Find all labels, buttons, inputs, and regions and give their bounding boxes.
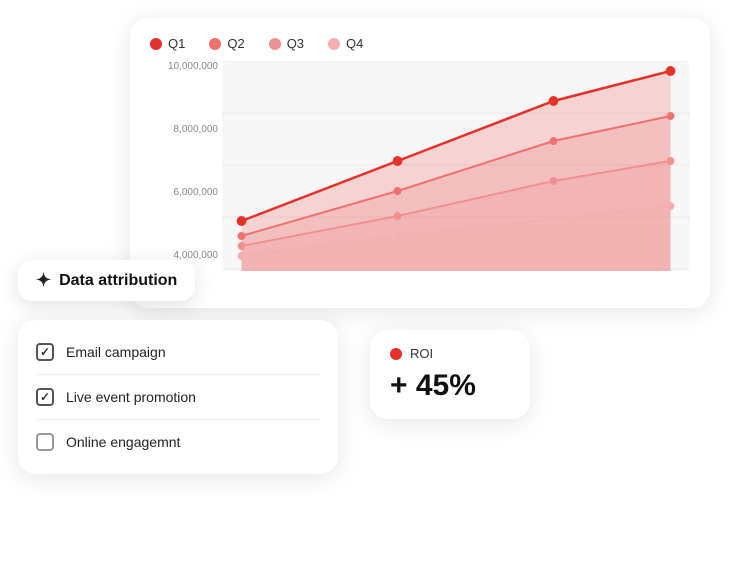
y-axis: 10,000,000 8,000,000 6,000,000 4,000,000 <box>150 61 222 261</box>
checklist-label-email: Email campaign <box>66 344 166 360</box>
roi-card: ROI + 45% <box>370 330 530 419</box>
roi-dot <box>390 348 402 360</box>
legend-dot-q2 <box>209 38 221 50</box>
q3-dot-4 <box>667 157 675 165</box>
q3-dot-1 <box>238 242 246 250</box>
checklist-label-live-event: Live event promotion <box>66 389 196 405</box>
q1-dot-2 <box>393 156 403 166</box>
chart-svg <box>222 61 690 271</box>
roi-label-text: ROI <box>410 346 433 361</box>
chart-card: Q1 Q2 Q3 Q4 10,000,000 8,000,000 6,000,0… <box>130 18 710 308</box>
legend-q4: Q4 <box>328 36 363 51</box>
legend-label-q4: Q4 <box>346 36 363 51</box>
checklist-card: Email campaign Live event promotion Onli… <box>18 320 338 474</box>
q1-dot-4 <box>666 66 676 76</box>
q4-dot-2 <box>394 232 402 240</box>
q3-dot-3 <box>550 177 558 185</box>
legend-dot-q3 <box>269 38 281 50</box>
legend-q3: Q3 <box>269 36 304 51</box>
checklist-label-online: Online engagemnt <box>66 434 180 450</box>
chart-legend: Q1 Q2 Q3 Q4 <box>150 36 690 51</box>
q4-dot-1 <box>238 252 246 260</box>
y-label-2: 6,000,000 <box>150 187 222 198</box>
roi-label-row: ROI <box>390 346 510 361</box>
y-label-0: 10,000,000 <box>150 61 222 72</box>
checkbox-online[interactable] <box>36 433 54 451</box>
q2-dot-1 <box>238 232 246 240</box>
data-attribution-label: Data attribution <box>59 272 177 290</box>
q1-dot-1 <box>237 216 247 226</box>
y-label-1: 8,000,000 <box>150 124 222 135</box>
roi-value: + 45% <box>390 369 510 403</box>
legend-q1: Q1 <box>150 36 185 51</box>
q3-dot-2 <box>394 212 402 220</box>
chart-area: 10,000,000 8,000,000 6,000,000 4,000,000 <box>150 61 690 279</box>
q4-dot-3 <box>550 215 558 223</box>
legend-label-q1: Q1 <box>168 36 185 51</box>
legend-label-q2: Q2 <box>227 36 244 51</box>
legend-label-q3: Q3 <box>287 36 304 51</box>
q2-dot-3 <box>550 137 558 145</box>
chart-plot <box>222 61 690 271</box>
legend-q2: Q2 <box>209 36 244 51</box>
q2-dot-4 <box>667 112 675 120</box>
q1-dot-3 <box>549 96 559 106</box>
checklist-item-live-event[interactable]: Live event promotion <box>36 375 320 420</box>
data-attribution-badge: ✦ Data attribution <box>18 260 195 301</box>
checkbox-live-event[interactable] <box>36 388 54 406</box>
checkbox-email[interactable] <box>36 343 54 361</box>
spark-icon: ✦ <box>36 270 51 291</box>
legend-dot-q4 <box>328 38 340 50</box>
checklist-item-online[interactable]: Online engagemnt <box>36 420 320 464</box>
checklist-item-email[interactable]: Email campaign <box>36 330 320 375</box>
q4-dot-4 <box>667 202 675 210</box>
legend-dot-q1 <box>150 38 162 50</box>
q2-dot-2 <box>394 187 402 195</box>
